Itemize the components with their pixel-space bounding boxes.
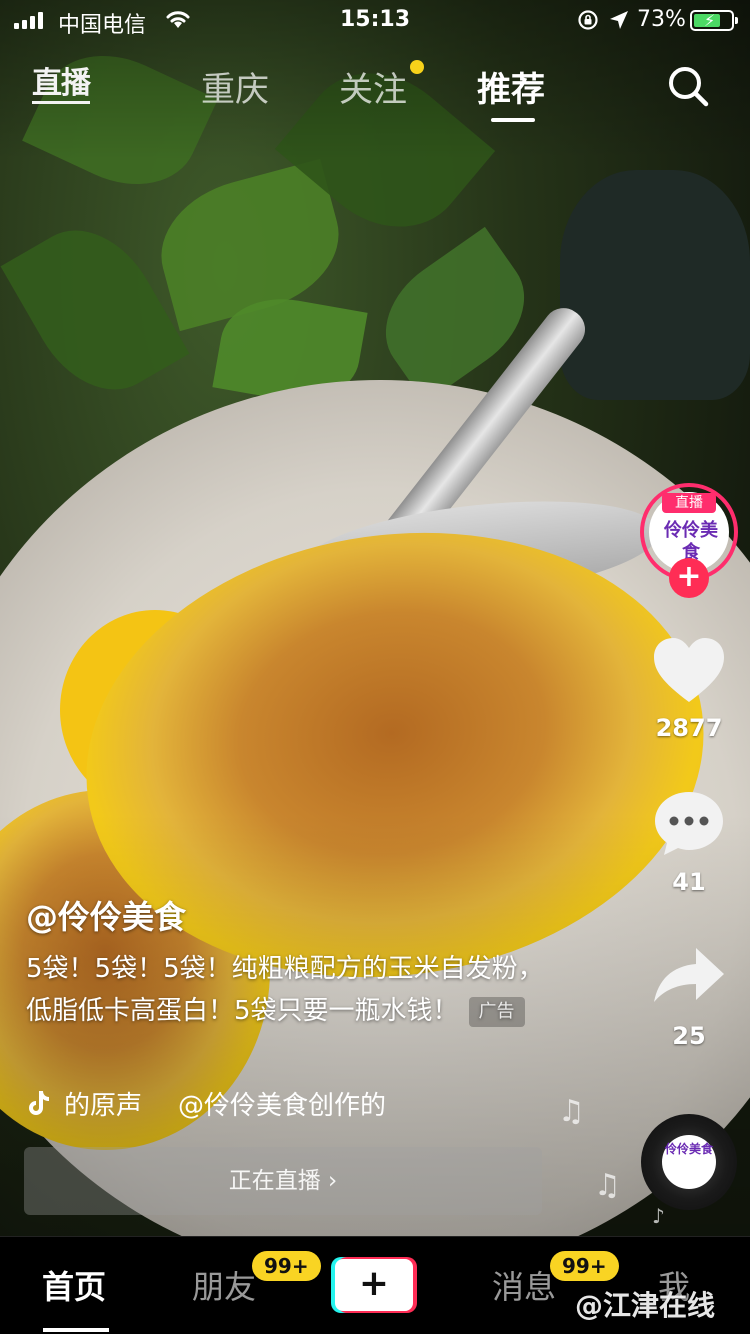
- search-icon[interactable]: [666, 64, 710, 108]
- messages-badge: 99+: [550, 1251, 619, 1281]
- top-nav: 直播 重庆 关注 推荐: [0, 52, 750, 122]
- nav-friends[interactable]: 朋友: [192, 1262, 256, 1308]
- tab-chongqing[interactable]: 重庆: [201, 62, 269, 111]
- battery-charging-icon: ⚡: [690, 10, 738, 31]
- share-icon[interactable]: [652, 942, 726, 1012]
- description-text: 5袋！5袋！5袋！纯粗粮配方的玉米自发粉，低脂低卡高蛋白！5袋只要一瓶水钱！: [26, 954, 544, 1026]
- floating-note-icon: ♫: [558, 1094, 585, 1129]
- home-underline: [43, 1328, 109, 1332]
- location-icon: [610, 11, 628, 29]
- video-feed-screen[interactable]: 中国电信 15:13 73% ⚡ 直播 重庆 关注 推荐 伶伶美食 直播 + 2…: [0, 0, 750, 1334]
- live-entry-button[interactable]: 直播: [32, 58, 91, 104]
- following-dot-indicator: [410, 60, 424, 74]
- live-now-bar[interactable]: 正在直播 ›: [24, 1147, 542, 1215]
- nav-home[interactable]: 首页: [42, 1262, 106, 1308]
- active-tab-underline: [491, 118, 535, 122]
- battery-percent: 73%: [637, 7, 686, 32]
- background-pot: [560, 170, 750, 400]
- heart-icon[interactable]: [652, 636, 726, 706]
- nav-messages[interactable]: 消息: [492, 1262, 556, 1308]
- status-bar: 中国电信 15:13 73% ⚡: [0, 0, 750, 40]
- comment-icon[interactable]: [652, 788, 726, 858]
- video-frame[interactable]: [0, 0, 750, 1334]
- tab-recommend[interactable]: 推荐: [477, 62, 545, 111]
- music-ticker[interactable]: 的原声 @伶伶美食创作的: [26, 1083, 426, 1123]
- share-count: 25: [672, 1022, 706, 1050]
- comment-count: 41: [672, 868, 706, 896]
- tiktok-note-icon: [29, 1091, 49, 1115]
- ad-tag: 广告: [468, 996, 525, 1027]
- rotation-lock-icon: [578, 10, 598, 30]
- disc-label: 伶伶美食: [662, 1135, 716, 1189]
- plus-icon: +: [335, 1259, 413, 1311]
- tab-following[interactable]: 关注: [339, 62, 407, 111]
- author-handle[interactable]: @伶伶美食: [26, 892, 186, 938]
- floating-note-icon: ♪: [652, 1204, 665, 1228]
- create-button[interactable]: +: [331, 1257, 417, 1313]
- video-description: 5袋！5袋！5袋！纯粗粮配方的玉米自发粉，低脂低卡高蛋白！5袋只要一瓶水钱！ 广告: [26, 948, 566, 1032]
- floating-note-icon: ♫: [594, 1168, 621, 1203]
- music-title: 的原声: [64, 1090, 143, 1121]
- like-count: 2877: [655, 714, 723, 742]
- music-creator: @伶伶美食创作的: [178, 1090, 387, 1121]
- friends-badge: 99+: [252, 1251, 321, 1281]
- watermark: @江津在线: [575, 1289, 716, 1322]
- music-disc-button[interactable]: 伶伶美食: [641, 1114, 737, 1210]
- bolt-icon: ⚡: [704, 11, 716, 30]
- live-badge: 直播: [662, 493, 716, 513]
- follow-button[interactable]: +: [669, 558, 709, 598]
